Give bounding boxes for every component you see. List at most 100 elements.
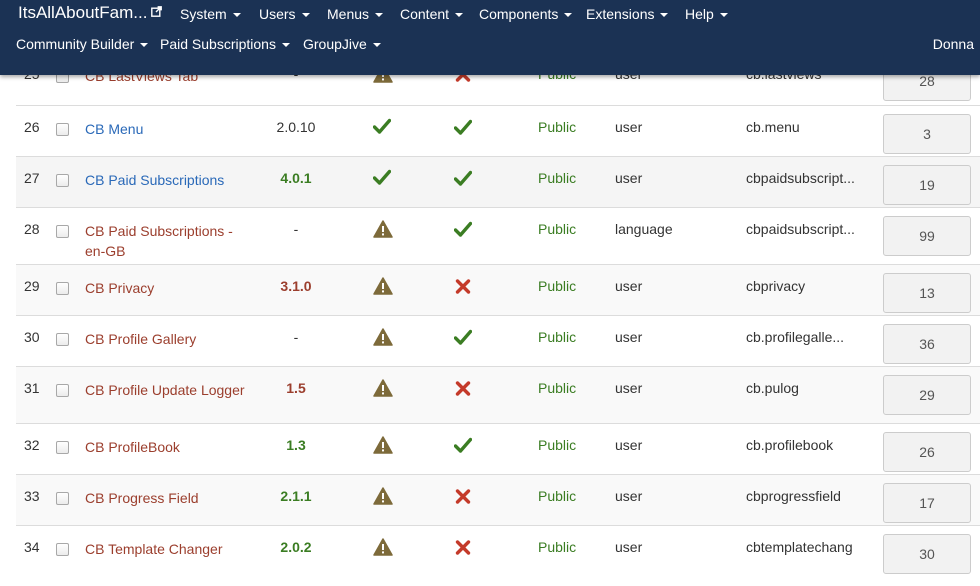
ordering-input[interactable]: 26 <box>883 432 971 472</box>
menu-extensions[interactable]: Extensions <box>586 6 669 22</box>
plugin-name-link[interactable]: CB Menu <box>85 119 255 139</box>
row-number: 28 <box>24 221 40 237</box>
plugin-element: cbtemplatechang <box>746 539 853 555</box>
row-checkbox[interactable] <box>56 543 69 556</box>
cross-icon[interactable] <box>454 380 472 397</box>
plugin-type: user <box>615 488 643 504</box>
check-icon[interactable] <box>454 119 472 136</box>
warning-icon <box>373 538 393 556</box>
menu-menus-label: Menus <box>327 6 370 22</box>
plugin-name-link[interactable]: CB Profile Gallery <box>85 329 255 349</box>
menu-paid-subscriptions[interactable]: Paid Subscriptions <box>160 36 290 52</box>
table-row: 30 CB Profile Gallery - Public user cb.profil… <box>16 315 980 367</box>
ordering-input[interactable]: 30 <box>883 534 971 574</box>
row-checkbox[interactable] <box>56 384 69 397</box>
plugin-version: 4.0.1 <box>280 170 312 186</box>
plugin-type: user <box>615 278 643 294</box>
menu-extensions-label: Extensions <box>586 6 655 22</box>
menu-community-builder-label: Community Builder <box>16 36 135 52</box>
row-number: 27 <box>24 170 40 186</box>
warning-icon <box>373 220 393 238</box>
plugin-type: language <box>615 221 673 237</box>
access-level: Public <box>538 170 577 186</box>
table-row: 29 CB Privacy 3.1.0 Public user cbprivacy 13 <box>16 264 980 316</box>
row-checkbox[interactable] <box>56 174 69 187</box>
row-number: 34 <box>24 539 40 555</box>
plugin-name-link[interactable]: CB Template Changer <box>85 539 255 559</box>
external-link-icon <box>151 6 163 17</box>
menu-users[interactable]: Users <box>259 6 310 22</box>
plugin-name-link[interactable]: CB Privacy <box>85 278 255 298</box>
plugin-element: cbpaidsubscript... <box>746 170 855 186</box>
table-row: 34 CB Template Changer 2.0.2 Public user cbte… <box>16 525 980 586</box>
menu-system[interactable]: System <box>180 6 241 22</box>
menu-groupjive-label: GroupJive <box>303 36 367 52</box>
table-row: 32 CB ProfileBook 1.3 Public user cb.profileb… <box>16 423 980 475</box>
plugin-element: cbprivacy <box>746 278 806 294</box>
menu-help[interactable]: Help <box>685 6 728 22</box>
menu-content[interactable]: Content <box>400 6 464 22</box>
menu-menus[interactable]: Menus <box>327 6 384 22</box>
menu-components[interactable]: Components <box>479 6 573 22</box>
plugin-type: user <box>615 119 643 135</box>
row-checkbox[interactable] <box>56 441 69 454</box>
table-row: 27 CB Paid Subscriptions 4.0.1 Public user cb… <box>16 156 980 208</box>
menu-groupjive[interactable]: GroupJive <box>303 36 381 52</box>
check-icon[interactable] <box>454 329 472 346</box>
warning-icon <box>373 379 393 397</box>
plugin-version: - <box>293 221 299 237</box>
row-number: 30 <box>24 329 40 345</box>
menu-community-builder[interactable]: Community Builder <box>16 36 149 52</box>
menu-content-label: Content <box>400 6 450 22</box>
plugin-element: cb.menu <box>746 119 800 135</box>
ordering-input[interactable]: 17 <box>883 483 971 523</box>
check-icon[interactable] <box>454 221 472 238</box>
plugin-type: user <box>615 539 643 555</box>
check-icon[interactable] <box>454 170 472 187</box>
plugin-element: cb.profilebook <box>746 437 834 453</box>
warning-icon <box>373 277 393 295</box>
cross-icon[interactable] <box>454 539 472 556</box>
site-brand-link[interactable]: ItsAllAboutFam... <box>18 3 163 23</box>
row-checkbox[interactable] <box>56 282 69 295</box>
table-row: 28 CB Paid Subscriptions - en-GB - Public la… <box>16 207 980 265</box>
ordering-input[interactable]: 36 <box>883 324 971 364</box>
ordering-input[interactable]: 3 <box>883 114 971 154</box>
ordering-input[interactable]: 19 <box>883 165 971 205</box>
row-checkbox[interactable] <box>56 492 69 505</box>
ordering-input[interactable]: 99 <box>883 216 971 256</box>
plugin-name-link[interactable]: CB Paid Subscriptions - en-GB <box>85 221 255 261</box>
menu-components-label: Components <box>479 6 559 22</box>
warning-icon <box>373 328 393 346</box>
table-row: 33 CB Progress Field 2.1.1 Public user cbprog… <box>16 474 980 526</box>
check-icon <box>373 169 393 187</box>
ordering-input[interactable]: 13 <box>883 273 971 313</box>
ordering-input[interactable]: 29 <box>883 375 971 415</box>
plugin-version: 2.0.2 <box>280 539 312 555</box>
site-name: ItsAllAboutFam... <box>18 3 148 22</box>
row-checkbox[interactable] <box>56 225 69 238</box>
check-icon[interactable] <box>454 437 472 454</box>
caret-down-icon <box>564 13 573 17</box>
row-number: 31 <box>24 380 40 396</box>
row-checkbox[interactable] <box>56 123 69 136</box>
plugin-name-link[interactable]: CB Profile Update Logger <box>85 380 255 400</box>
plugin-name-link[interactable]: CB Progress Field <box>85 488 255 508</box>
row-checkbox[interactable] <box>56 333 69 346</box>
menu-help-label: Help <box>685 6 714 22</box>
caret-down-icon <box>660 13 669 17</box>
access-level: Public <box>538 488 577 504</box>
access-level: Public <box>538 380 577 396</box>
user-menu[interactable]: Donna <box>933 36 974 52</box>
menu-users-label: Users <box>259 6 296 22</box>
plugin-name-link[interactable]: CB ProfileBook <box>85 437 255 457</box>
cross-icon[interactable] <box>454 488 472 505</box>
table-row: 31 CB Profile Update Logger 1.5 Public user c… <box>16 366 980 424</box>
cross-icon[interactable] <box>454 278 472 295</box>
table-row: 26 CB Menu 2.0.10 Public user cb.menu 3 <box>16 105 980 157</box>
plugin-type: user <box>615 329 643 345</box>
plugin-version: 1.5 <box>286 380 306 396</box>
plugin-element: cbpaidsubscript... <box>746 221 855 237</box>
row-number: 32 <box>24 437 40 453</box>
plugin-name-link[interactable]: CB Paid Subscriptions <box>85 170 255 190</box>
